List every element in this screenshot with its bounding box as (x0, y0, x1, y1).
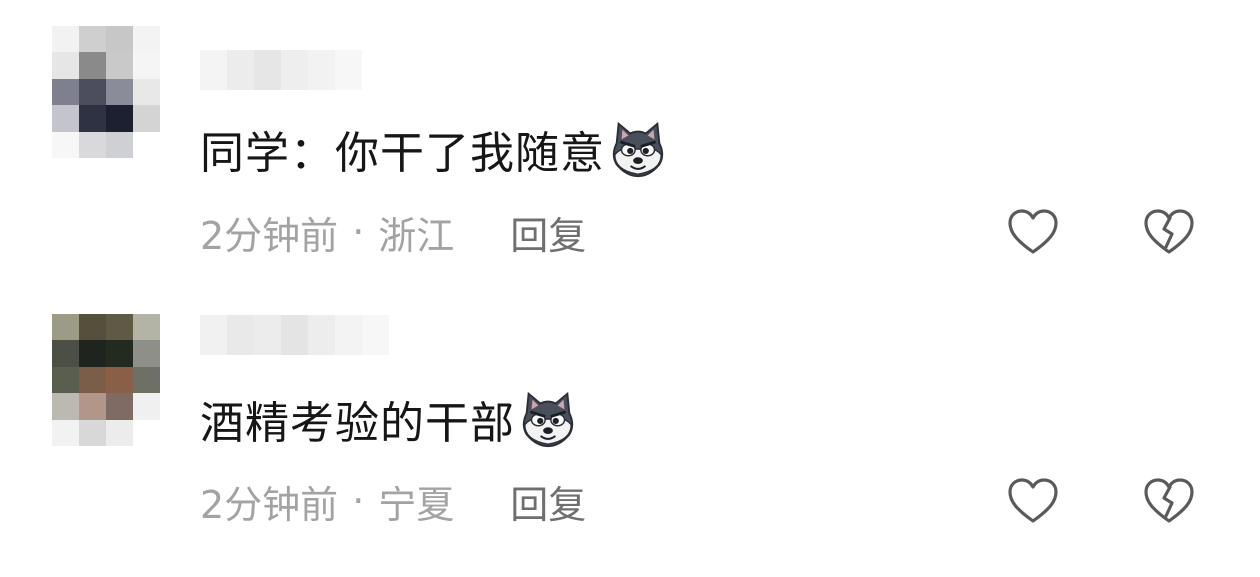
avatar-mosaic-pixel (79, 105, 106, 132)
reply-button[interactable]: 回复 (510, 474, 586, 529)
avatar-mosaic-pixel (106, 340, 133, 367)
comment-body: 酒精考验的干部 (200, 384, 579, 454)
username-mosaic-pixel (227, 315, 254, 355)
avatar-mosaic-pixel (52, 78, 79, 106)
heart-icon[interactable] (1006, 207, 1060, 257)
avatar-mosaic-pixel (133, 52, 160, 79)
username-blurred[interactable] (200, 50, 362, 90)
broken-heart-icon[interactable] (1142, 476, 1196, 526)
location: 宁夏 (378, 482, 455, 527)
meta-separator: · (352, 479, 365, 523)
avatar-mosaic-pixel (106, 314, 133, 341)
avatar-mosaic-pixel (79, 78, 106, 106)
avatar-mosaic-pixel (52, 131, 79, 158)
avatar-mosaic-pixel (79, 419, 106, 446)
avatar-mosaic-pixel (79, 52, 106, 79)
username-mosaic-pixel (200, 315, 227, 355)
avatar-mosaic-pixel (52, 105, 79, 132)
avatar-mosaic-pixel (52, 419, 79, 446)
timestamp: 2分钟前 (200, 213, 339, 258)
avatar-mosaic-pixel (106, 78, 133, 106)
username-blurred[interactable] (200, 315, 389, 355)
comment-text: 同学：你干了我随意 (200, 128, 605, 179)
avatar-mosaic-pixel (133, 131, 160, 158)
comment-text: 酒精考验的干部 (200, 398, 515, 449)
avatar-mosaic-pixel (52, 26, 79, 53)
broken-heart-icon[interactable] (1142, 207, 1196, 257)
avatar-mosaic-pixel (52, 366, 79, 394)
username-mosaic-pixel (335, 50, 362, 90)
avatar-mosaic-pixel (79, 131, 106, 158)
username-mosaic-pixel (362, 315, 389, 355)
avatar-mosaic-pixel (106, 393, 133, 420)
comment-meta: 2分钟前 · 浙江 回复 (200, 205, 586, 260)
avatar-mosaic-pixel (79, 26, 106, 53)
avatar-mosaic-pixel (133, 340, 160, 367)
avatar-mosaic-pixel (79, 393, 106, 420)
avatar[interactable] (52, 314, 160, 446)
comment-item: 同学：你干了我随意 2分钟前 · 浙江 回复 (0, 0, 1260, 270)
avatar-mosaic-pixel (133, 105, 160, 132)
avatar-mosaic-pixel (79, 314, 106, 341)
timestamp: 2分钟前 (200, 482, 339, 527)
location: 浙江 (378, 213, 455, 258)
wolf-face-emoji-icon (612, 121, 664, 178)
comment-meta: 2分钟前 · 宁夏 回复 (200, 474, 586, 529)
avatar-mosaic-pixel (106, 131, 133, 158)
avatar-mosaic-pixel (133, 419, 160, 446)
meta-separator: · (352, 210, 365, 254)
username-mosaic-pixel (254, 315, 281, 355)
username-mosaic-pixel (308, 50, 335, 90)
username-mosaic-pixel (281, 315, 308, 355)
avatar-mosaic-pixel (106, 366, 133, 394)
avatar-mosaic-pixel (52, 52, 79, 79)
comment-body: 同学：你干了我随意 (200, 114, 669, 184)
username-mosaic-pixel (335, 315, 362, 355)
avatar-mosaic-pixel (52, 393, 79, 420)
avatar-mosaic-pixel (79, 340, 106, 367)
avatar-mosaic-pixel (133, 314, 160, 341)
avatar-mosaic-pixel (106, 419, 133, 446)
avatar[interactable] (52, 26, 160, 158)
avatar-mosaic-pixel (106, 26, 133, 53)
avatar-mosaic-pixel (133, 393, 160, 420)
username-mosaic-pixel (227, 50, 254, 90)
avatar-mosaic-pixel (133, 78, 160, 106)
heart-icon[interactable] (1006, 476, 1060, 526)
avatar-mosaic-pixel (133, 366, 160, 394)
avatar-mosaic-pixel (79, 366, 106, 394)
avatar-mosaic-pixel (106, 105, 133, 132)
username-mosaic-pixel (281, 50, 308, 90)
avatar-mosaic-pixel (52, 340, 79, 367)
username-mosaic-pixel (308, 315, 335, 355)
avatar-mosaic-pixel (106, 52, 133, 79)
username-mosaic-pixel (200, 50, 227, 90)
username-mosaic-pixel (254, 50, 281, 90)
wolf-face-emoji-icon (522, 391, 574, 448)
avatar-mosaic-pixel (52, 314, 79, 341)
avatar-mosaic-pixel (133, 26, 160, 53)
comment-item: 酒精考验的干部 2分钟前 · 宁夏 回复 (0, 270, 1260, 540)
reply-button[interactable]: 回复 (510, 205, 586, 260)
